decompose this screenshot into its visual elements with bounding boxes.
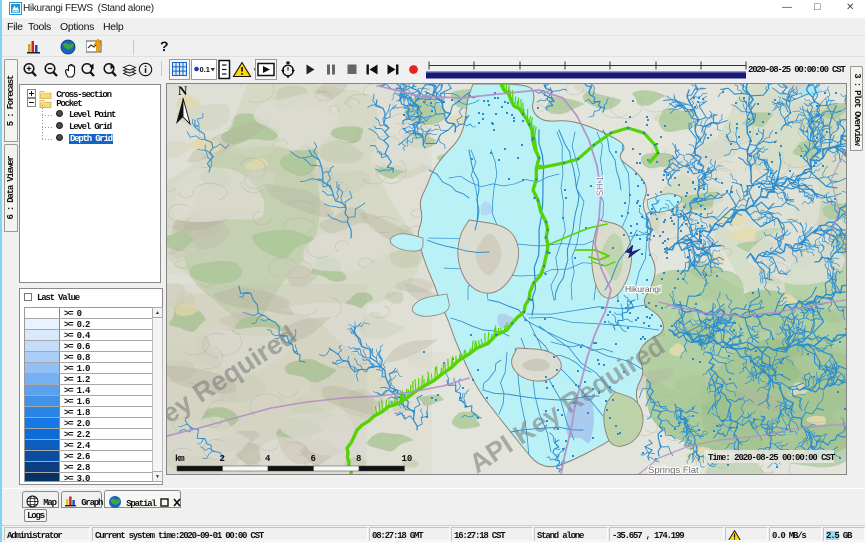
svg-text:Springs Flat: Springs Flat	[648, 465, 699, 474]
svg-text:0.1: 0.1	[200, 65, 210, 74]
svg-text:Hikurangi: Hikurangi	[625, 284, 661, 294]
svg-text:6: 6	[311, 454, 316, 464]
svg-text:2: 2	[220, 454, 225, 464]
svg-text:N: N	[178, 84, 188, 98]
svg-text:4: 4	[265, 454, 271, 464]
svg-text:SH 1: SH 1	[595, 176, 605, 196]
svg-text:10: 10	[402, 454, 413, 464]
svg-text:8: 8	[356, 454, 361, 464]
svg-text:Time: 2020-08-25 00:00:00 CST: Time: 2020-08-25 00:00:00 CST	[708, 453, 836, 463]
